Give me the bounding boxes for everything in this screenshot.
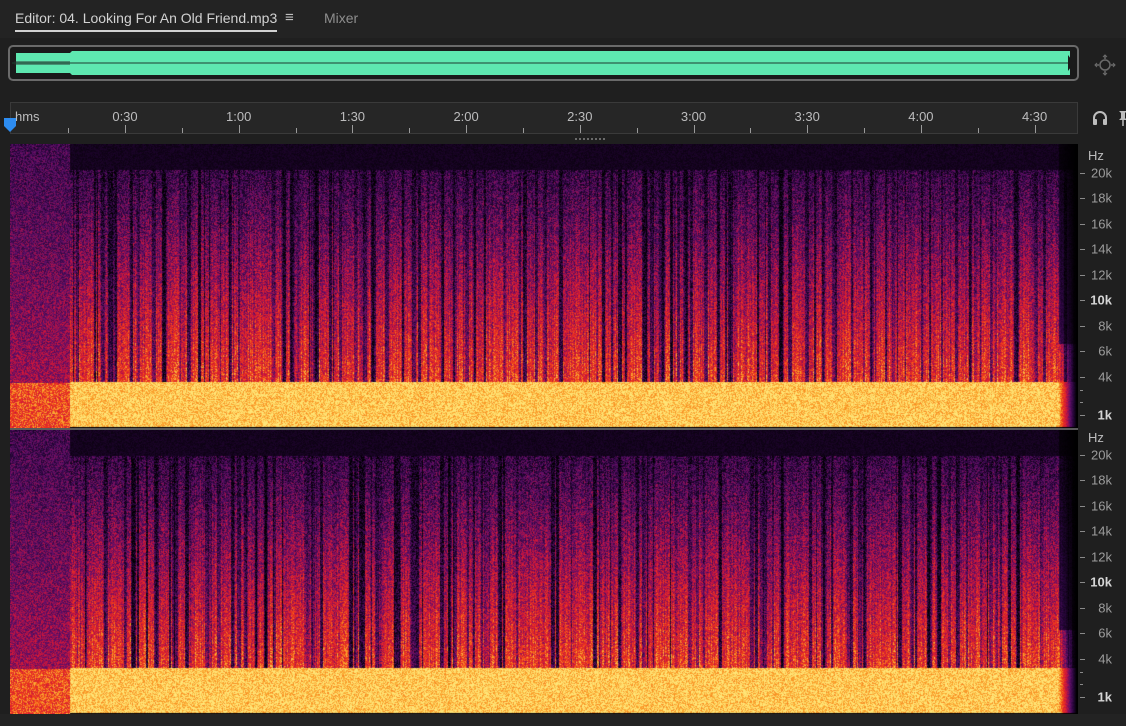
frequency-tick <box>1080 173 1085 174</box>
frequency-label: 14k <box>1091 523 1112 539</box>
frequency-tick <box>1080 659 1085 660</box>
frequency-label: 6k <box>1098 343 1112 359</box>
frequency-tick <box>1080 300 1085 301</box>
frequency-tick <box>1080 697 1085 698</box>
ruler-tick <box>466 125 468 133</box>
tab-editor[interactable]: Editor: 04. Looking For An Old Friend.mp… <box>15 10 278 32</box>
frequency-label: 8k <box>1098 600 1112 616</box>
ruler-tick <box>125 125 126 133</box>
frequency-tick <box>1080 506 1085 507</box>
ruler-tick <box>579 125 581 133</box>
frequency-label: 12k <box>1091 267 1112 283</box>
frequency-tick <box>1080 390 1083 391</box>
frequency-label: 4k <box>1098 369 1112 385</box>
frequency-tick <box>1080 455 1085 456</box>
ruler-tick <box>352 125 354 133</box>
frequency-tick <box>1080 198 1085 199</box>
frequency-tick <box>1080 582 1085 583</box>
tab-mixer[interactable]: Mixer <box>324 10 358 26</box>
ruler-tick <box>807 125 809 133</box>
ruler-tick <box>238 125 240 133</box>
panel-menu-icon[interactable]: ≡ <box>285 9 294 26</box>
ruler-tick <box>977 128 979 133</box>
frequency-tick <box>1080 377 1085 378</box>
frequency-tick <box>1080 608 1085 609</box>
frequency-axis-left: Hz 20k 18k 16k 14k 12k 10k 8k 6k 4k 1k <box>1078 144 1126 428</box>
ruler-time-label: 1:00 <box>226 109 252 124</box>
ruler-time-label: 2:00 <box>453 109 479 124</box>
panel-resize-handle[interactable] <box>575 138 605 141</box>
overview-waveform-graphic <box>12 51 1074 75</box>
spectrogram-channel-right[interactable] <box>10 430 1078 714</box>
frequency-label: 1k <box>1097 689 1112 705</box>
zoom-navigator-icon[interactable] <box>1094 54 1116 76</box>
ruler-tick <box>750 128 752 133</box>
frequency-tick <box>1080 402 1083 403</box>
ruler-time-label: 0:30 <box>112 109 138 124</box>
frequency-axis-right: Hz 20k 18k 16k 14k 12k 10k 8k 6k 4k 1k <box>1078 430 1126 714</box>
ruler-time-label: 4:30 <box>1021 109 1048 124</box>
frequency-label: 1k <box>1097 407 1112 423</box>
ruler-tick <box>636 128 638 133</box>
frequency-label: 12k <box>1091 549 1112 565</box>
frequency-tick <box>1080 351 1085 352</box>
frequency-label: 20k <box>1091 165 1112 181</box>
ruler-tick <box>920 125 922 133</box>
frequency-unit-label: Hz <box>1088 148 1104 163</box>
ruler-unit-label: hms <box>15 109 40 124</box>
frequency-label: 10k <box>1090 292 1112 308</box>
time-ruler[interactable]: hms 0:30 1:00 1:30 2:00 2:30 3:00 3:30 4:00 4:30 <box>10 102 1078 134</box>
spectrogram-channel-left[interactable] <box>10 144 1078 428</box>
frequency-label: 10k <box>1090 574 1112 590</box>
frequency-label: 8k <box>1098 318 1112 334</box>
frequency-label: 18k <box>1091 190 1112 206</box>
ruler-time-label: 3:30 <box>794 109 820 124</box>
frequency-label: 18k <box>1091 472 1112 488</box>
panel-tab-bar: Editor: 04. Looking For An Old Friend.mp… <box>0 0 1126 38</box>
frequency-label: 16k <box>1091 498 1112 514</box>
spectral-frequency-display[interactable] <box>10 144 1078 714</box>
ruler-tick <box>68 128 70 133</box>
ruler-time-label: 4:00 <box>908 109 934 124</box>
playhead-icon[interactable] <box>3 117 17 133</box>
ruler-tick <box>864 128 866 133</box>
frequency-tick <box>1080 672 1083 673</box>
ruler-tick <box>693 125 695 133</box>
frequency-tick <box>1080 557 1085 558</box>
ruler-time-label: 3:00 <box>680 109 707 124</box>
frequency-tick <box>1080 480 1085 481</box>
ruler-tick <box>181 128 183 133</box>
frequency-tick <box>1080 326 1085 327</box>
ruler-tick <box>522 128 524 133</box>
headphones-icon[interactable] <box>1091 109 1109 127</box>
frequency-tick <box>1080 415 1085 416</box>
status-strip <box>0 714 1126 726</box>
frequency-tick <box>1080 249 1085 250</box>
frequency-tick <box>1080 633 1085 634</box>
ruler-tick <box>409 128 411 133</box>
frequency-label: 4k <box>1098 651 1112 667</box>
ruler-tick <box>295 128 297 133</box>
frequency-tick <box>1080 275 1085 276</box>
ruler-time-label: 1:30 <box>339 109 366 124</box>
frequency-tick <box>1080 684 1083 685</box>
ruler-tick <box>1034 125 1036 133</box>
ruler-time-label: 2:30 <box>567 109 593 124</box>
frequency-label: 6k <box>1098 625 1112 641</box>
overview-waveform[interactable] <box>8 45 1079 81</box>
frequency-unit-label: Hz <box>1088 430 1104 445</box>
frequency-label: 14k <box>1091 241 1112 257</box>
frequency-tick <box>1080 531 1085 532</box>
pin-icon[interactable] <box>1118 109 1126 127</box>
frequency-label: 20k <box>1091 447 1112 463</box>
frequency-tick <box>1080 224 1085 225</box>
frequency-label: 16k <box>1091 216 1112 232</box>
